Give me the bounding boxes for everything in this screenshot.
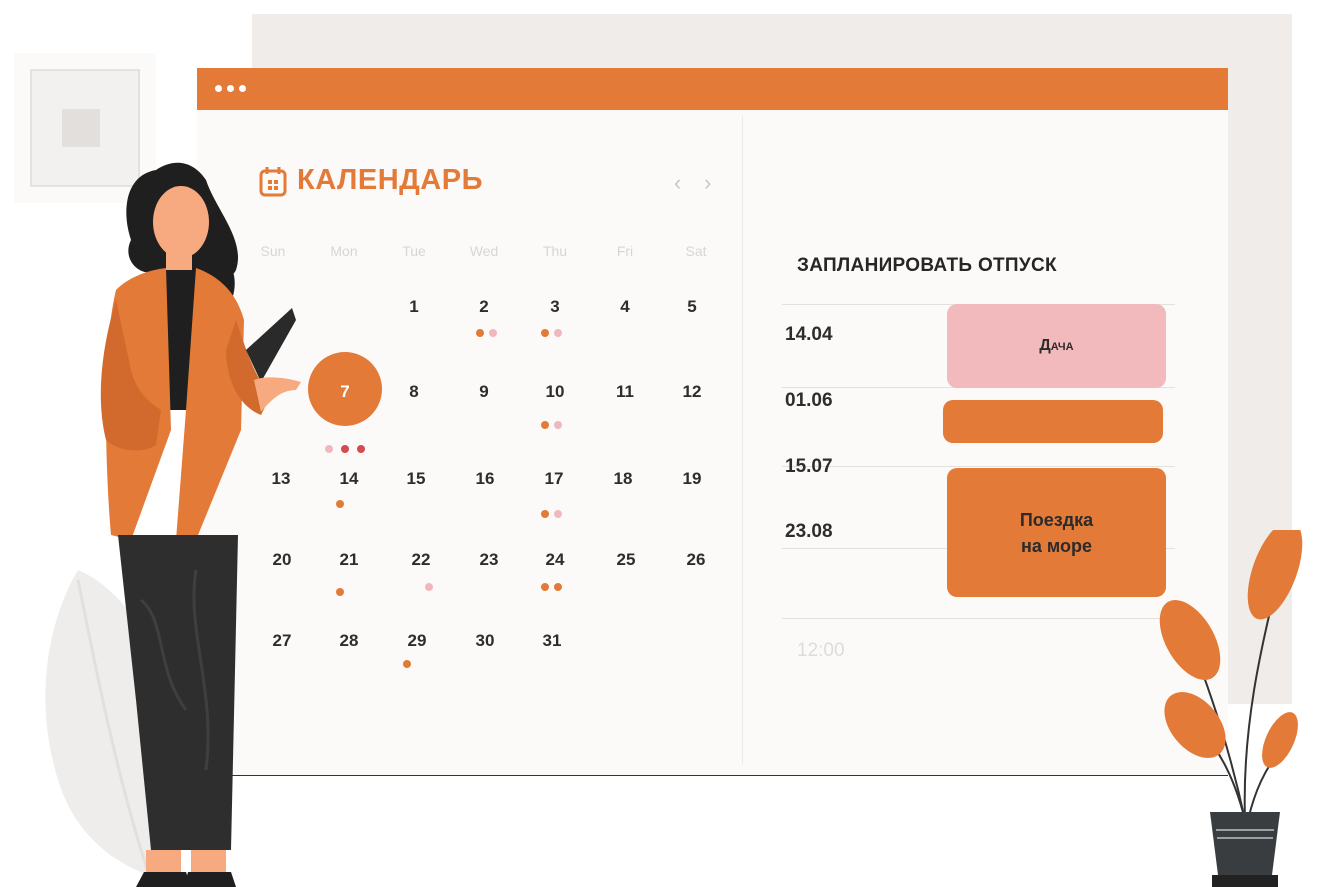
event-dot [403,660,411,668]
day-cell[interactable]: 31 [522,631,582,651]
day-cell[interactable]: 17 [524,469,584,489]
event-dacha[interactable]: Дача [947,304,1166,388]
event-dot [325,445,333,453]
event-bar[interactable] [943,400,1163,443]
day-cell[interactable]: 2 [454,297,514,317]
day-cell[interactable]: 4 [595,297,655,317]
event-dot [554,329,562,337]
calendar-title: КАЛЕНДАРЬ [297,164,483,196]
date-label: 15.07 [785,456,833,477]
event-dot [425,583,433,591]
woman-illustration [100,162,301,887]
event-dot [554,583,562,591]
day-cell[interactable]: 16 [455,469,515,489]
date-label: 01.06 [785,390,833,411]
event-dot [336,588,344,596]
day-cell[interactable]: 19 [662,469,722,489]
plant-illustration [1159,530,1303,887]
event-dot [357,445,365,453]
window-dot[interactable] [227,85,234,92]
day-cell[interactable]: 15 [386,469,446,489]
time-line [782,618,1175,619]
calendar-window: КАЛЕНДАРЬ ‹ › Sun Mon Tue Wed Thu Fri Sa… [197,68,1228,775]
weekday-label: Sat [685,243,707,259]
day-cell[interactable]: 21 [319,550,379,570]
event-dot [541,329,549,337]
time-label: 12:00 [797,640,845,661]
day-cell-selected[interactable]: 7 [315,382,375,402]
date-label: 14.04 [785,324,833,345]
event-dot [489,329,497,337]
day-cell[interactable]: 5 [662,297,722,317]
event-dot [541,421,549,429]
panel-divider [742,116,743,764]
time-line [782,466,1175,467]
day-cell[interactable]: 24 [525,550,585,570]
weekday-label: Fri [616,243,634,259]
next-month-button[interactable]: › [704,172,711,194]
day-cell[interactable]: 1 [384,297,444,317]
day-cell[interactable]: 25 [596,550,656,570]
day-cell[interactable]: 14 [319,469,379,489]
window-dot[interactable] [215,85,222,92]
day-cell[interactable]: 26 [666,550,726,570]
prev-month-button[interactable]: ‹ [674,172,681,194]
event-dot [554,421,562,429]
day-cell[interactable]: 8 [384,382,444,402]
schedule-title: ЗАПЛАНИРОВАТЬ ОТПУСК [797,255,1057,276]
weekday-label: Thu [542,243,568,259]
day-cell[interactable]: 28 [319,631,379,651]
event-dot [476,329,484,337]
event-dot [554,510,562,518]
weekday-label: Tue [402,243,426,259]
day-cell[interactable]: 22 [391,550,451,570]
event-dot [541,510,549,518]
window-dot[interactable] [239,85,246,92]
day-cell[interactable]: 12 [662,382,722,402]
event-sea-trip[interactable]: Поездка на море [947,468,1166,597]
weekday-label: Mon [330,243,358,259]
weekday-label: Wed [469,243,499,259]
day-cell[interactable]: 29 [387,631,447,651]
day-cell[interactable]: 18 [593,469,653,489]
event-dot [336,500,344,508]
day-cell[interactable]: 10 [525,382,585,402]
event-dot [341,445,349,453]
event-label: Поездка на море [1019,509,1094,556]
event-label: Дача [1039,337,1074,354]
day-cell[interactable]: 23 [459,550,519,570]
event-dot [541,583,549,591]
title-bar [197,68,1228,110]
day-cell[interactable]: 30 [455,631,515,651]
day-cell[interactable]: 11 [595,382,655,402]
date-label: 23.08 [785,521,833,542]
day-cell[interactable]: 9 [454,382,514,402]
day-cell[interactable]: 3 [525,297,585,317]
